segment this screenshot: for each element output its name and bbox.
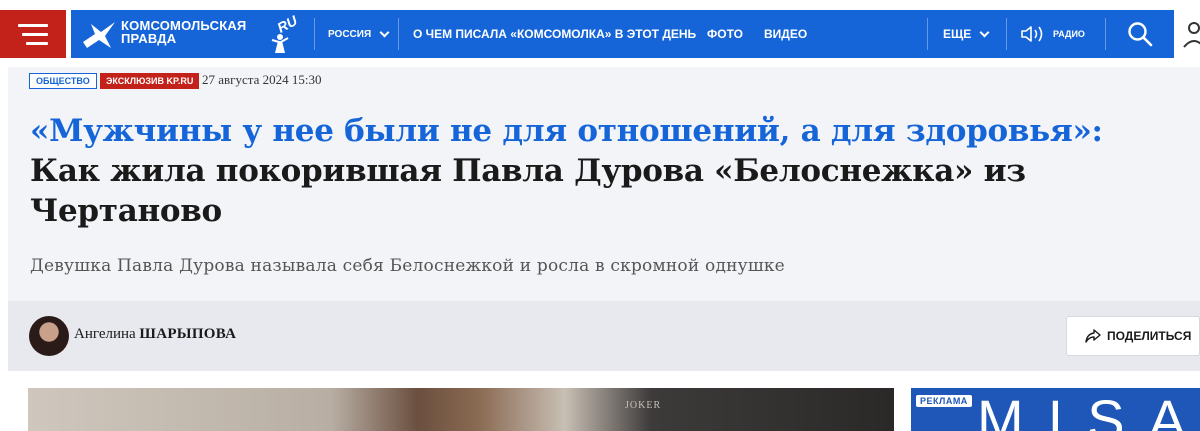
hamburger-line [26,41,48,45]
ad-banner[interactable]: РЕКЛАМА MISA [911,388,1200,431]
radio-label: РАДИО [1053,29,1085,39]
author-first-name: Ангелина [74,326,136,342]
nav-link-video[interactable]: ВИДЕО [764,10,807,58]
nav-link-this-day[interactable]: О ЧЕМ ПИСАЛА «КОМСОМОЛКА» В ЭТОТ ДЕНЬ [413,10,696,58]
article-lead: Девушка Павла Дурова называла себя Белос… [30,256,785,276]
nav-divider [398,18,399,50]
more-label: ЕЩЕ [943,27,972,41]
author-avatar[interactable] [29,316,69,356]
hamburger-line [18,23,48,27]
chevron-down-icon [379,27,390,37]
exclusive-tag[interactable]: ЭКСКЛЮЗИВ KP.RU [100,73,200,89]
figure-logo-icon [271,34,289,53]
rubric-tag[interactable]: ОБЩЕСТВО [29,73,97,89]
user-icon [1183,22,1200,48]
nav-divider [314,18,315,50]
article-headline: «Мужчины у нее были не для отношений, а … [30,111,1190,231]
ad-label: РЕКЛАМА [916,395,972,407]
share-label: ПОДЕЛИТЬСЯ [1107,329,1192,343]
nav-divider [927,18,928,50]
bird-logo-icon [83,22,115,48]
hamburger-line [22,32,48,36]
author-last-name: ШАРЫПОВА [139,326,237,342]
article-main-photo[interactable]: JOKER [28,388,894,431]
more-menu[interactable]: ЕЩЕ [943,10,990,58]
article-header: ОБЩЕСТВО ЭКСКЛЮЗИВ KP.RU 27 августа 2024… [8,67,1200,301]
radio-button[interactable]: РАДИО [1021,10,1085,58]
photo-sign-text: JOKER [625,400,662,411]
share-button[interactable]: ПОДЕЛИТЬСЯ [1066,316,1200,356]
logo-line-2: ПРАВДА [121,31,177,46]
user-button[interactable] [1180,10,1200,58]
hamburger-menu-button[interactable] [0,10,66,58]
region-selector[interactable]: РОССИЯ [328,10,390,58]
headline-quote: «Мужчины у нее были не для отношений, а … [30,113,1103,149]
headline-rest: Как жила покорившая Павла Дурова «Белосн… [30,153,1026,229]
nav-link-photo[interactable]: ФОТО [707,10,743,58]
region-label: РОССИЯ [328,28,372,40]
logo-text: КОМСОМОЛЬСКАЯ ПРАВДА [121,19,246,45]
top-bar: КОМСОМОЛЬСКАЯ ПРАВДА RU РОССИЯ О ЧЕМ ПИС… [0,0,1200,67]
site-logo[interactable]: КОМСОМОЛЬСКАЯ ПРАВДА RU [81,12,311,54]
author-bar: Ангелина ШАРЫПОВА ПОДЕЛИТЬСЯ [8,301,1200,371]
search-icon [1127,22,1152,47]
share-icon [1085,329,1101,343]
ad-text: MISA [977,388,1200,431]
search-button[interactable] [1105,10,1174,58]
nav-divider [1006,18,1007,50]
speaker-icon [1021,26,1043,42]
author-name[interactable]: Ангелина ШАРЫПОВА [74,326,236,343]
chevron-down-icon [979,27,990,37]
main-navigation: КОМСОМОЛЬСКАЯ ПРАВДА RU РОССИЯ О ЧЕМ ПИС… [71,10,1174,58]
publish-date: 27 августа 2024 15:30 [202,72,322,87]
